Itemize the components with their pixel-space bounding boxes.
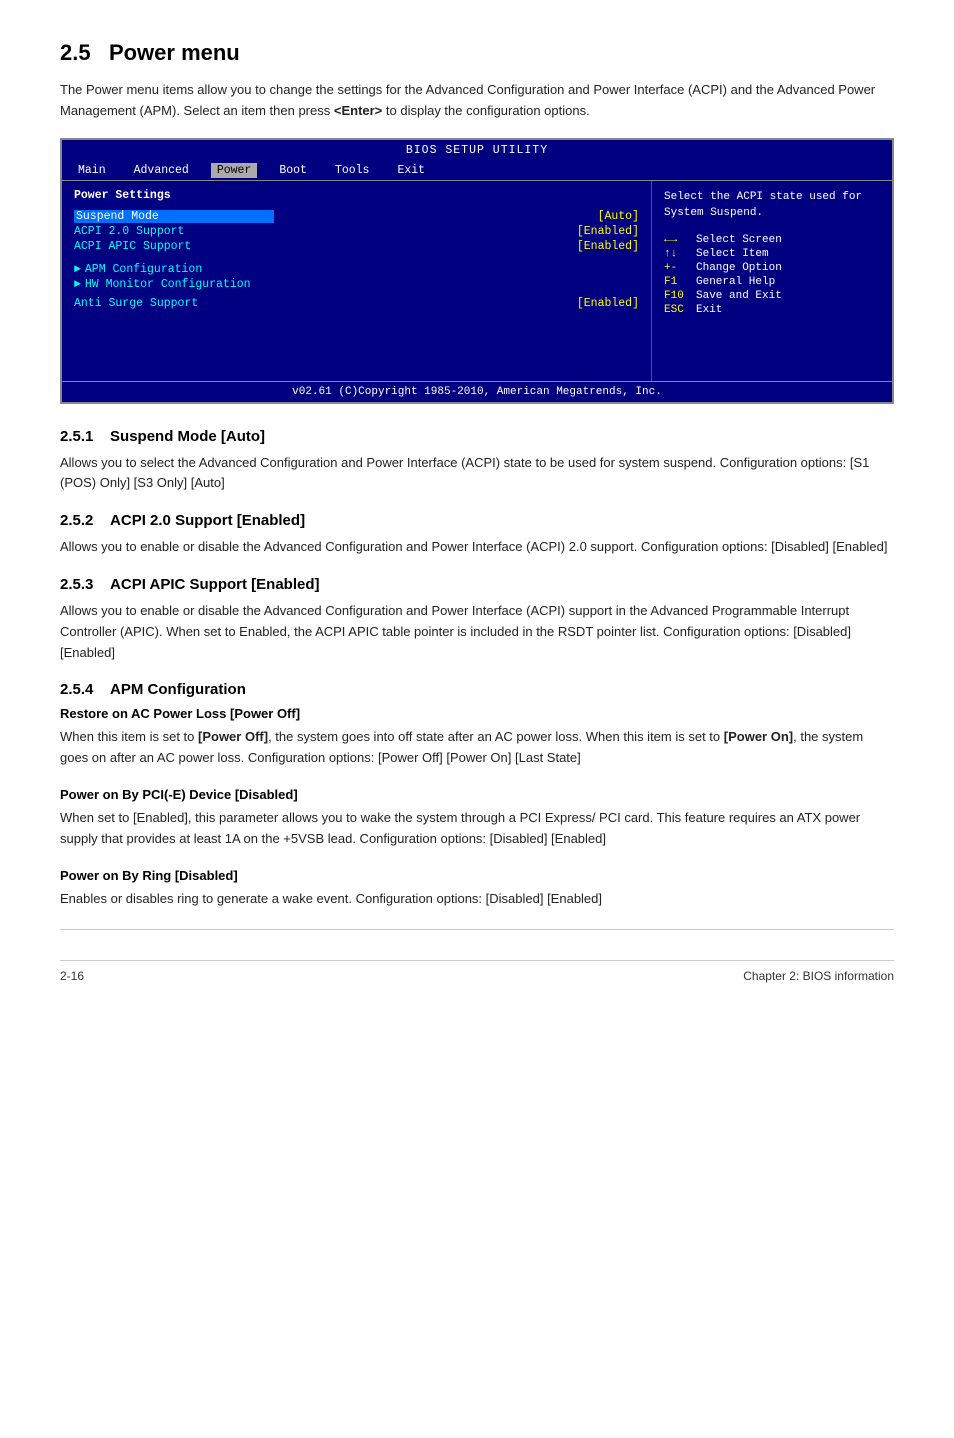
- subsection-253-title: 2.5.3 ACPI APIC Support [Enabled]: [60, 576, 894, 593]
- subsection-252-title: 2.5.2 ACPI 2.0 Support [Enabled]: [60, 512, 894, 529]
- footer-page-number: 2-16: [60, 969, 84, 983]
- bios-left-panel: Power Settings Suspend Mode [Auto] ACPI …: [62, 181, 652, 381]
- bios-item-suspend-mode[interactable]: Suspend Mode [Auto]: [74, 210, 639, 223]
- bios-footer: v02.61 (C)Copyright 1985-2010, American …: [62, 381, 892, 402]
- bios-key-plusminus: +-: [664, 262, 692, 274]
- bios-submenu-hwmonitor[interactable]: ► HW Monitor Configuration: [74, 278, 639, 291]
- subheading-restore-ac: Restore on AC Power Loss [Power Off] Whe…: [60, 706, 894, 769]
- bios-acpi-apic-label: ACPI APIC Support: [74, 240, 274, 253]
- bios-right-panel: Select the ACPI state used for System Su…: [652, 181, 892, 381]
- bios-menu-tools[interactable]: Tools: [329, 163, 376, 178]
- subheading-pcie-body: When set to [Enabled], this parameter al…: [60, 808, 894, 850]
- bios-apm-label: APM Configuration: [85, 263, 202, 276]
- bios-menu-advanced[interactable]: Advanced: [128, 163, 195, 178]
- section-title: 2.5 Power menu: [60, 40, 894, 66]
- subsection-251-body: Allows you to select the Advanced Config…: [60, 453, 894, 495]
- subsection-253: 2.5.3 ACPI APIC Support [Enabled] Allows…: [60, 576, 894, 663]
- bios-key-leftright: ←→: [664, 234, 692, 246]
- bios-key-desc-1: Select Item: [696, 248, 769, 260]
- bios-title: BIOS SETUP UTILITY: [62, 140, 892, 161]
- bios-key-row-0: ←→ Select Screen: [664, 234, 880, 246]
- subsection-253-body: Allows you to enable or disable the Adva…: [60, 601, 894, 663]
- bios-acpi20-label: ACPI 2.0 Support: [74, 225, 274, 238]
- subheading-pcie: Power on By PCI(-E) Device [Disabled] Wh…: [60, 787, 894, 850]
- subsection-254-title: 2.5.4 APM Configuration: [60, 681, 894, 698]
- bios-menu-exit[interactable]: Exit: [391, 163, 431, 178]
- bios-key-row-1: ↑↓ Select Item: [664, 248, 880, 260]
- subheading-pcie-title: Power on By PCI(-E) Device [Disabled]: [60, 787, 894, 802]
- bios-key-row-2: +- Change Option: [664, 262, 880, 274]
- bios-key-desc-5: Exit: [696, 304, 722, 316]
- bios-anti-surge-label: Anti Surge Support: [74, 297, 274, 310]
- bios-screenshot: BIOS SETUP UTILITY Main Advanced Power B…: [60, 138, 894, 404]
- bios-key-updown: ↑↓: [664, 248, 692, 260]
- bios-menu-power[interactable]: Power: [211, 163, 258, 178]
- bios-content-area: Power Settings Suspend Mode [Auto] ACPI …: [62, 180, 892, 381]
- subsection-251-title: 2.5.1 Suspend Mode [Auto]: [60, 428, 894, 445]
- bios-suspend-mode-label: Suspend Mode: [74, 210, 274, 223]
- bios-key-desc-2: Change Option: [696, 262, 782, 274]
- subsection-252: 2.5.2 ACPI 2.0 Support [Enabled] Allows …: [60, 512, 894, 558]
- bios-hwmonitor-label: HW Monitor Configuration: [85, 278, 251, 291]
- bios-key-f1: F1: [664, 276, 692, 288]
- page-footer: 2-16 Chapter 2: BIOS information: [60, 960, 894, 983]
- bios-item-acpi20[interactable]: ACPI 2.0 Support [Enabled]: [74, 225, 639, 238]
- subsection-252-body: Allows you to enable or disable the Adva…: [60, 537, 894, 558]
- bios-item-acpi-apic[interactable]: ACPI APIC Support [Enabled]: [74, 240, 639, 253]
- bios-key-help: ←→ Select Screen ↑↓ Select Item +- Chang…: [664, 234, 880, 316]
- subsection-254: 2.5.4 APM Configuration Restore on AC Po…: [60, 681, 894, 909]
- subheading-ring: Power on By Ring [Disabled] Enables or d…: [60, 868, 894, 910]
- subsection-251: 2.5.1 Suspend Mode [Auto] Allows you to …: [60, 428, 894, 495]
- footer-chapter: Chapter 2: BIOS information: [743, 969, 894, 983]
- bios-anti-surge-value: [Enabled]: [577, 297, 639, 310]
- bios-acpi20-value: [Enabled]: [577, 225, 639, 238]
- subheading-restore-ac-title: Restore on AC Power Loss [Power Off]: [60, 706, 894, 721]
- bios-suspend-mode-value: [Auto]: [598, 210, 639, 223]
- bios-menu-boot[interactable]: Boot: [273, 163, 313, 178]
- bios-menu-main[interactable]: Main: [72, 163, 112, 178]
- bios-power-settings-header: Power Settings: [74, 189, 639, 202]
- bios-acpi-apic-value: [Enabled]: [577, 240, 639, 253]
- bios-apm-arrow-icon: ►: [74, 263, 81, 276]
- bios-key-desc-4: Save and Exit: [696, 290, 782, 302]
- bios-hwmonitor-arrow-icon: ►: [74, 278, 81, 291]
- bios-menu-bar: Main Advanced Power Boot Tools Exit: [62, 161, 892, 180]
- intro-paragraph: The Power menu items allow you to change…: [60, 80, 894, 122]
- subheading-ring-body: Enables or disables ring to generate a w…: [60, 889, 894, 910]
- bios-key-desc-3: General Help: [696, 276, 775, 288]
- subheading-restore-ac-body: When this item is set to [Power Off], th…: [60, 727, 894, 769]
- bios-key-desc-0: Select Screen: [696, 234, 782, 246]
- bios-item-anti-surge[interactable]: Anti Surge Support [Enabled]: [74, 297, 639, 310]
- footer-divider: [60, 929, 894, 930]
- bios-key-f10: F10: [664, 290, 692, 302]
- bios-key-row-3: F1 General Help: [664, 276, 880, 288]
- bios-help-text: Select the ACPI state used for System Su…: [664, 189, 880, 222]
- bios-submenu-apm[interactable]: ► APM Configuration: [74, 263, 639, 276]
- bios-key-esc: ESC: [664, 304, 692, 316]
- subheading-ring-title: Power on By Ring [Disabled]: [60, 868, 894, 883]
- bios-key-row-5: ESC Exit: [664, 304, 880, 316]
- bios-key-row-4: F10 Save and Exit: [664, 290, 880, 302]
